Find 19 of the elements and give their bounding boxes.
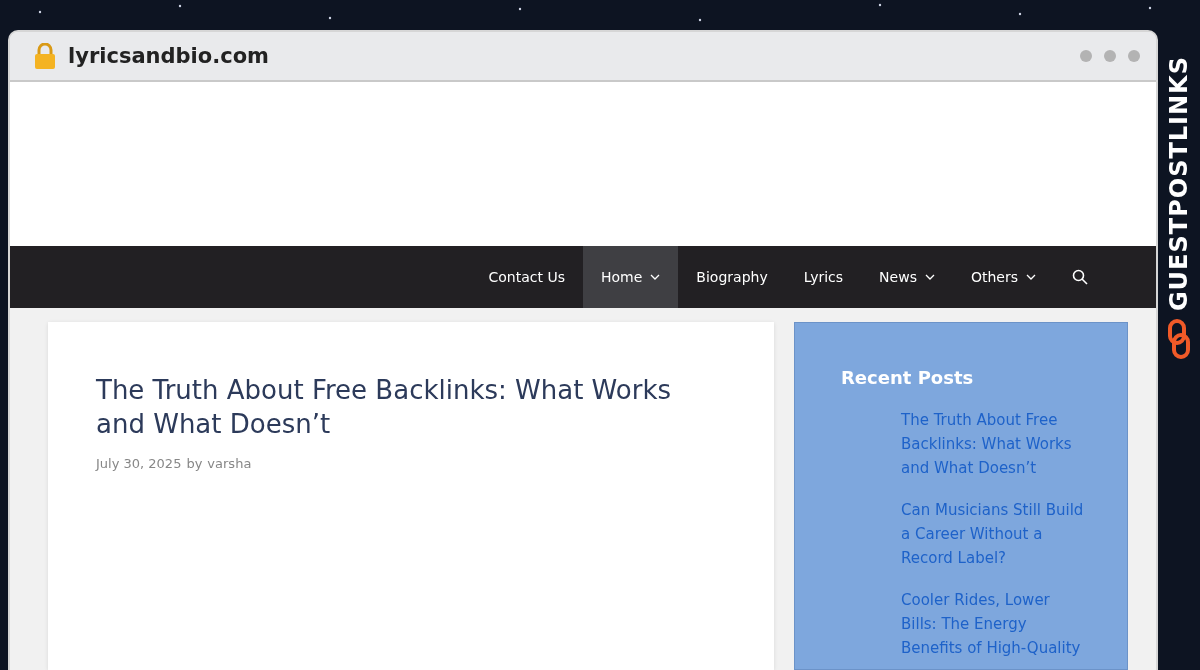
nav-link[interactable]: Biography <box>678 246 786 308</box>
nav-link[interactable]: Lyrics <box>785 246 862 308</box>
author-link[interactable]: varsha <box>207 455 252 471</box>
url-text: lyricsandbio.com <box>68 44 270 68</box>
window-dot[interactable] <box>1104 50 1116 62</box>
nav-link[interactable]: Others <box>952 246 1054 308</box>
sidebar-title: Recent Posts <box>841 367 975 388</box>
nav-link[interactable]: News <box>861 246 953 308</box>
window-dot[interactable] <box>1080 50 1092 62</box>
brand-logo-text: GUESTPOSTLINKS <box>1165 56 1193 312</box>
article-title: The Truth About Free Backlinks: What Works and What Doesn’t <box>96 374 672 441</box>
date-link[interactable]: July 30, 2025 <box>96 455 182 471</box>
search-icon <box>1072 269 1088 285</box>
lock-icon <box>34 43 56 69</box>
window-dot[interactable] <box>1128 50 1140 62</box>
byline-text: by <box>186 455 203 471</box>
chain-link-icon <box>1168 319 1190 360</box>
nav-link[interactable]: Home <box>583 246 679 308</box>
nav-link[interactable]: Contact Us <box>470 246 583 308</box>
